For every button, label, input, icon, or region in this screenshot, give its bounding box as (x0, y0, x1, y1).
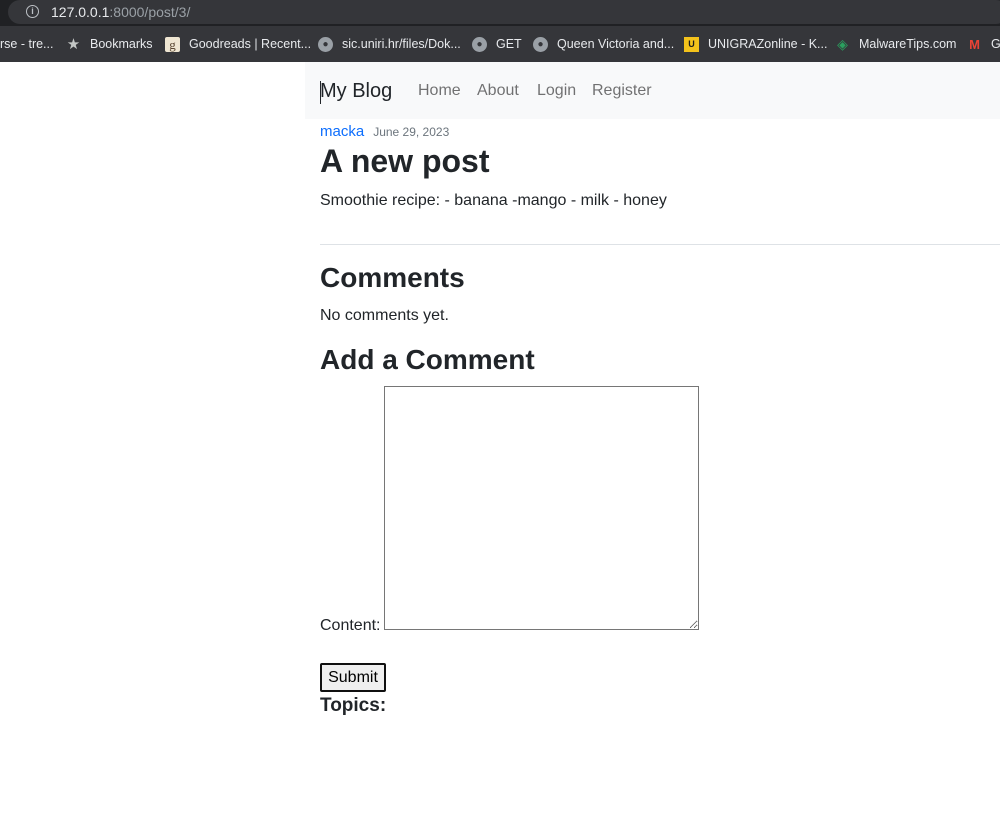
bookmarks-bar: rse - tre... ★ Bookmarks g Goodreads | R… (0, 26, 1000, 62)
globe-icon: ● (472, 36, 487, 52)
bookmark-item[interactable]: g Goodreads | Recent... (165, 26, 311, 62)
bookmark-item[interactable]: ● GET (472, 26, 522, 62)
gmail-icon: M (969, 36, 980, 52)
bookmark-item[interactable]: U UNIGRAZonline - K... (684, 26, 827, 62)
site-info-icon[interactable]: i (26, 5, 39, 18)
nav-register-link[interactable]: Register (592, 82, 652, 100)
globe-icon: ● (533, 36, 548, 52)
bookmark-label: MalwareTips.com (859, 37, 957, 51)
post-body: Smoothie recipe: - banana -mango - milk … (320, 192, 667, 209)
url-host: 127.0.0.1 (51, 4, 110, 20)
bookmark-label: Queen Victoria and... (557, 37, 675, 51)
nav-login-link[interactable]: Login (537, 82, 576, 100)
goodreads-icon: g (165, 36, 180, 52)
nav-about-link[interactable]: About (477, 82, 519, 100)
topics-heading: Topics: (320, 695, 387, 716)
brand-link[interactable]: My Blog (320, 80, 392, 103)
site-navbar: My Blog Home About Login Register (305, 62, 1000, 119)
address-bar[interactable]: i 127.0.0.1:8000/post/3/ (8, 0, 1000, 24)
submit-button[interactable]: Submit (320, 663, 386, 692)
bookmark-item[interactable]: ● Queen Victoria and... (533, 26, 674, 62)
add-comment-heading: Add a Comment (320, 344, 535, 375)
bookmark-label: GET (496, 37, 522, 51)
content-label: Content: (320, 617, 381, 634)
browser-url-bar: i 127.0.0.1:8000/post/3/ (0, 0, 1000, 26)
malwaretips-icon: ◈ (837, 35, 848, 52)
bookmark-label: UNIGRAZonline - K... (708, 37, 828, 51)
bookmark-label: rse - tre... (0, 37, 54, 51)
comment-content-textarea[interactable] (384, 386, 699, 630)
bookmark-label: Goodreads | Recent... (189, 37, 312, 51)
comments-heading: Comments (320, 262, 465, 293)
nav-home-link[interactable]: Home (418, 82, 461, 100)
post-meta: macka June 29, 2023 (320, 123, 449, 141)
post-date: June 29, 2023 (373, 125, 450, 139)
bookmark-label: sic.uniri.hr/files/Dok... (342, 37, 461, 51)
bookmark-item[interactable]: M G (967, 26, 1000, 62)
no-comments-text: No comments yet. (320, 307, 449, 324)
bookmark-label: Bookmarks (90, 37, 153, 51)
bookmark-item[interactable]: rse - tre... (0, 26, 53, 62)
unigraz-icon: U (684, 36, 699, 52)
bookmark-item[interactable]: ★ Bookmarks (66, 26, 153, 62)
divider (320, 244, 1000, 245)
bookmark-item[interactable]: ● sic.uniri.hr/files/Dok... (318, 26, 461, 62)
globe-icon: ● (318, 36, 333, 52)
bookmark-label: G (991, 37, 1000, 51)
url-text[interactable]: 127.0.0.1:8000/post/3/ (51, 4, 190, 20)
bookmark-item[interactable]: ◈ MalwareTips.com (835, 26, 956, 62)
url-path: :8000/post/3/ (109, 4, 191, 20)
author-link[interactable]: macka (320, 123, 364, 140)
post-title: A new post (320, 143, 490, 179)
star-icon: ★ (66, 35, 81, 53)
